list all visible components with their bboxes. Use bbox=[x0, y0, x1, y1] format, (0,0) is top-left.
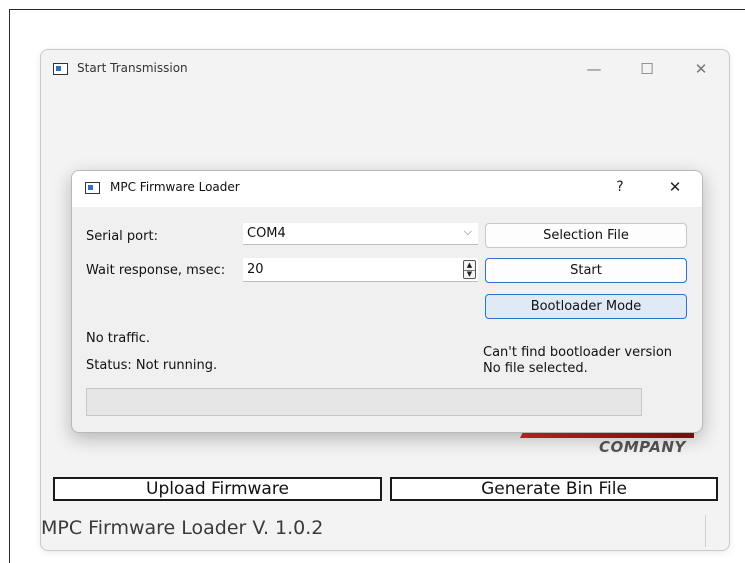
main-window-title: Start Transmission bbox=[77, 61, 188, 75]
footer-divider bbox=[705, 515, 706, 547]
chevron-down-icon: ⌵ bbox=[463, 225, 472, 238]
spin-down-icon[interactable]: ▼ bbox=[464, 270, 475, 279]
close-icon[interactable]: ✕ bbox=[683, 58, 719, 80]
generate-bin-file-button[interactable]: Generate Bin File bbox=[390, 477, 718, 501]
dialog-app-icon bbox=[85, 182, 100, 194]
progress-bar bbox=[86, 388, 642, 416]
dialog-title: MPC Firmware Loader bbox=[110, 180, 240, 194]
selection-file-button[interactable]: Selection File bbox=[485, 223, 687, 248]
dialog-titlebar[interactable]: MPC Firmware Loader ? ✕ bbox=[72, 171, 702, 207]
bootloader-version-text: Can't find bootloader version bbox=[483, 345, 673, 360]
spin-buttons: ▲ ▼ bbox=[463, 260, 476, 279]
wait-response-label: Wait response, msec: bbox=[86, 263, 226, 278]
maximize-icon[interactable]: ☐ bbox=[629, 58, 665, 80]
file-selected-text: No file selected. bbox=[483, 361, 588, 376]
wait-response-value: 20 bbox=[247, 262, 264, 277]
serial-port-select[interactable]: COM4 ⌵ bbox=[243, 223, 478, 245]
wait-response-spinbox[interactable]: 20 ▲ ▼ bbox=[243, 258, 478, 282]
running-status-text: Status: Not running. bbox=[86, 358, 218, 373]
dialog-close-icon[interactable]: ✕ bbox=[657, 176, 693, 198]
help-icon[interactable]: ? bbox=[602, 176, 638, 198]
firmware-loader-dialog: MPC Firmware Loader ? ✕ Serial port: COM… bbox=[71, 170, 703, 433]
main-titlebar[interactable]: Start Transmission — ☐ ✕ bbox=[41, 50, 729, 88]
version-label: MPC Firmware Loader V. 1.0.2 bbox=[41, 517, 324, 539]
minimize-icon[interactable]: — bbox=[576, 58, 612, 80]
serial-port-value: COM4 bbox=[247, 226, 286, 241]
app-window-icon bbox=[53, 63, 68, 75]
upload-firmware-button[interactable]: Upload Firmware bbox=[53, 477, 382, 501]
bootloader-mode-button[interactable]: Bootloader Mode bbox=[485, 294, 687, 319]
traffic-status-text: No traffic. bbox=[86, 331, 151, 346]
start-button[interactable]: Start bbox=[485, 258, 687, 283]
serial-port-label: Serial port: bbox=[86, 229, 158, 244]
logo-company-text: COMPANY bbox=[599, 438, 686, 456]
